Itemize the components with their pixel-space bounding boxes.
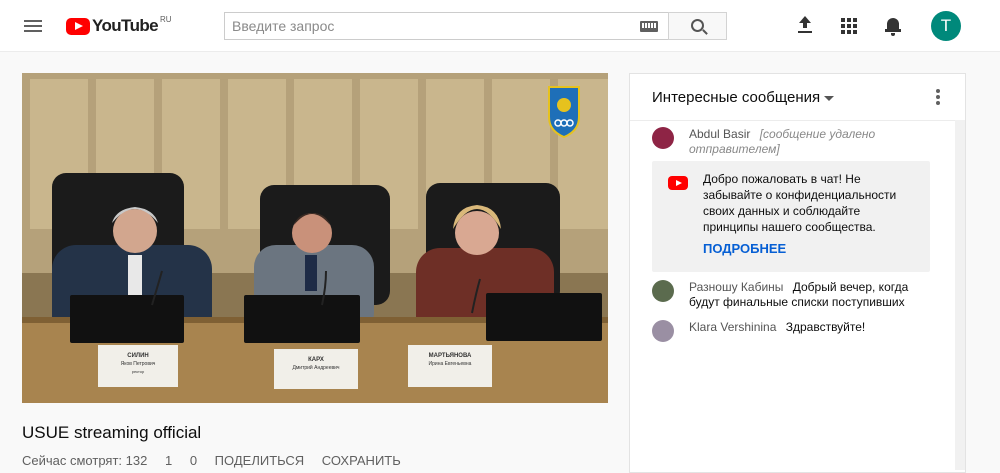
apps-icon[interactable] xyxy=(841,18,857,34)
share-button[interactable]: ПОДЕЛИТЬСЯ xyxy=(215,453,304,468)
like-button[interactable]: 1 xyxy=(165,453,172,468)
message-text: Здравствуйте! xyxy=(785,320,866,334)
chat-scrollbar[interactable] xyxy=(955,120,965,470)
author-avatar[interactable] xyxy=(652,280,674,302)
author-avatar[interactable] xyxy=(652,320,674,342)
placard-sub-1: Яков Петрович xyxy=(121,361,156,367)
video-frame: СИЛИН Яков Петрович ректор КАРХ Дмитрий … xyxy=(22,73,608,403)
logo-region: RU xyxy=(160,14,172,24)
more-options-icon[interactable] xyxy=(935,88,941,106)
chevron-down-icon[interactable] xyxy=(824,96,834,101)
chat-welcome-notice: Добро пожаловать в чат! Не забывайте о к… xyxy=(652,161,930,272)
message-author[interactable]: Klara Vershinina xyxy=(689,320,776,334)
upload-icon[interactable] xyxy=(796,16,814,36)
top-bar: YouTube RU T xyxy=(0,0,1000,52)
placard-role-1: ректор xyxy=(132,369,145,374)
chat-mode-dropdown[interactable]: Интересные сообщения xyxy=(652,89,820,106)
chat-message: Abdul Basir [сообщение удалено отправите… xyxy=(652,127,917,157)
save-button[interactable]: СОХРАНИТЬ xyxy=(322,453,401,468)
notice-text: Добро пожаловать в чат! Не забывайте о к… xyxy=(703,172,897,234)
youtube-icon xyxy=(668,176,688,190)
search-input[interactable] xyxy=(225,13,612,39)
menu-icon[interactable] xyxy=(22,15,44,37)
chat-header: Интересные сообщения xyxy=(630,74,965,121)
video-title: USUE streaming official xyxy=(22,423,202,442)
placard-sub-2: Дмитрий Андреевич xyxy=(292,364,339,371)
chat-message: Разношу Кабины Добрый вечер, когда будут… xyxy=(652,280,917,310)
learn-more-link[interactable]: ПОДРОБНЕЕ xyxy=(703,241,786,256)
avatar[interactable]: T xyxy=(931,11,961,41)
placard-name-2: КАРХ xyxy=(308,357,324,363)
viewer-count: Сейчас смотрят: 132 xyxy=(22,453,148,468)
dislike-button[interactable]: 0 xyxy=(190,453,197,468)
logo-text: YouTube xyxy=(92,16,159,35)
live-chat: Интересные сообщения Abdul Basir [сообще… xyxy=(629,73,966,473)
placard-name-3: МАРТЬЯНОВА xyxy=(429,353,472,359)
youtube-logo[interactable]: YouTube RU xyxy=(66,15,172,37)
search-button[interactable] xyxy=(668,12,727,40)
chat-message: Klara Vershinina Здравствуйте! xyxy=(652,320,917,342)
bell-icon[interactable] xyxy=(884,16,902,36)
video-player[interactable]: СИЛИН Яков Петрович ректор КАРХ Дмитрий … xyxy=(22,73,608,403)
keyboard-icon[interactable] xyxy=(640,21,658,32)
emblem-icon xyxy=(548,86,580,139)
video-meta: Сейчас смотрят: 132 1 0 ПОДЕЛИТЬСЯ СОХРА… xyxy=(22,453,415,468)
author-avatar[interactable] xyxy=(652,127,674,149)
search-box xyxy=(224,12,668,40)
placard-name-1: СИЛИН xyxy=(127,353,149,359)
youtube-logo-icon xyxy=(66,17,90,35)
search-icon xyxy=(691,19,704,32)
message-author[interactable]: Abdul Basir xyxy=(689,127,750,141)
placard-sub-3: Ирина Евгеньевна xyxy=(429,361,472,367)
message-author[interactable]: Разношу Кабины xyxy=(689,280,783,294)
